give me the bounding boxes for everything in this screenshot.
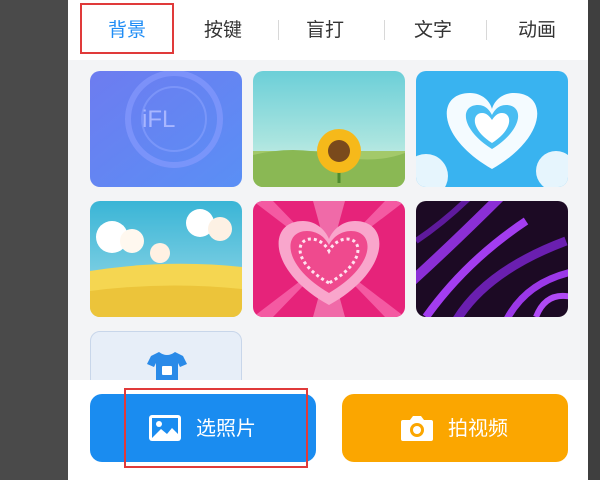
bottom-action-bar: 选照片 拍视频 bbox=[68, 380, 588, 480]
background-thumbnail-cloud-heart[interactable] bbox=[416, 71, 568, 187]
ifly-logo-text: iFL bbox=[142, 106, 175, 133]
background-thumbnail-sunflower[interactable] bbox=[253, 71, 405, 187]
annotation-highlight-box bbox=[124, 388, 308, 468]
tab-keys[interactable]: 按键 bbox=[178, 10, 268, 50]
annotation-highlight-box bbox=[80, 3, 174, 54]
tab-blind-typing[interactable]: 盲打 bbox=[280, 10, 370, 50]
tab-divider bbox=[384, 20, 385, 40]
record-video-button[interactable]: 拍视频 bbox=[342, 394, 568, 462]
camera-icon bbox=[401, 416, 433, 441]
background-thumbnail-yellow-field[interactable] bbox=[90, 201, 242, 317]
background-thumbnail-pink-heart[interactable] bbox=[253, 201, 405, 317]
tab-divider bbox=[278, 20, 279, 40]
tab-divider bbox=[486, 20, 487, 40]
left-backdrop bbox=[0, 0, 68, 480]
tab-animation[interactable]: 动画 bbox=[492, 10, 582, 50]
right-backdrop bbox=[588, 0, 600, 480]
tab-text[interactable]: 文字 bbox=[388, 10, 478, 50]
tshirt-icon bbox=[147, 352, 187, 382]
record-video-label: 拍视频 bbox=[448, 416, 508, 440]
background-thumbnail-purple-feathers[interactable] bbox=[416, 201, 568, 317]
skin-editor-panel: 背景 按键 盲打 文字 动画 iFL 选照片 拍视频 bbox=[68, 0, 588, 480]
tab-bar: 背景 按键 盲打 文字 动画 bbox=[68, 0, 588, 60]
background-thumbnail-ifly[interactable]: iFL bbox=[90, 71, 242, 187]
